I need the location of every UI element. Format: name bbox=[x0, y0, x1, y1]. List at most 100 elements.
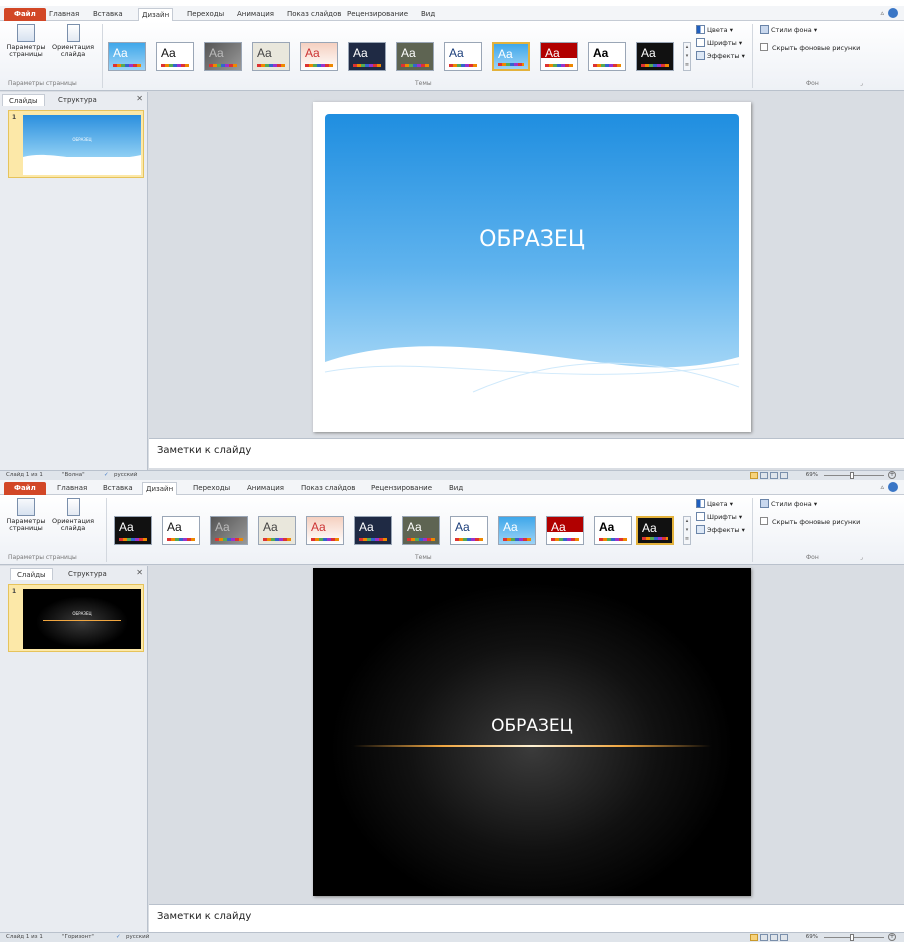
notes-field[interactable]: Заметки к слайду bbox=[149, 438, 904, 468]
background-styles-button[interactable]: Стили фона ▾ bbox=[760, 499, 817, 510]
zoom-slider[interactable] bbox=[824, 472, 884, 479]
spellcheck-icon[interactable]: ✓ bbox=[104, 472, 109, 478]
theme-thumbnail-3[interactable]: Aa bbox=[204, 42, 242, 71]
tab-outline[interactable]: Структура bbox=[62, 568, 113, 580]
theme-thumbnail-10[interactable]: Aa bbox=[540, 42, 578, 71]
dialog-launcher-icon[interactable]: ⌟ bbox=[860, 80, 863, 87]
help-icon[interactable] bbox=[888, 482, 898, 492]
theme-thumbnail-2[interactable]: Aa bbox=[162, 516, 200, 545]
slide-orientation-button[interactable]: Ориентация слайда bbox=[50, 498, 96, 532]
theme-thumbnail-wave[interactable]: Aa bbox=[498, 516, 536, 545]
tab-file[interactable]: Файл bbox=[4, 8, 46, 21]
slideshow-view-icon[interactable] bbox=[780, 472, 788, 479]
theme-thumbnail-1[interactable]: Aa bbox=[114, 516, 152, 545]
help-icon[interactable] bbox=[888, 8, 898, 18]
close-icon[interactable]: ✕ bbox=[136, 94, 143, 103]
gallery-scroll-icon[interactable]: ▴ ▾ ≡ bbox=[683, 516, 691, 545]
zoom-level[interactable]: 69% bbox=[806, 934, 818, 940]
tab-home[interactable]: Главная bbox=[54, 482, 90, 495]
collapse-ribbon-icon[interactable]: ▵ bbox=[880, 483, 884, 491]
theme-thumbnail-11[interactable]: Aa bbox=[594, 516, 632, 545]
theme-thumbnail-1[interactable]: Aa bbox=[108, 42, 146, 71]
close-icon[interactable]: ✕ bbox=[136, 568, 143, 577]
fonts-button[interactable]: Шрифты ▾ bbox=[696, 38, 742, 49]
tab-animations[interactable]: Анимация bbox=[234, 8, 277, 21]
effects-button[interactable]: Эффекты ▾ bbox=[696, 525, 745, 536]
tab-slides[interactable]: Слайды bbox=[10, 568, 53, 580]
tab-review[interactable]: Рецензирование bbox=[368, 482, 435, 495]
theme-thumbnail-7[interactable]: Aa bbox=[402, 516, 440, 545]
slide-thumbnail-selected[interactable]: 1 ОБРАЗЕЦ bbox=[8, 584, 144, 652]
page-setup-button[interactable]: Параметры страницы bbox=[6, 498, 46, 532]
reading-view-icon[interactable] bbox=[770, 934, 778, 941]
tab-animations[interactable]: Анимация bbox=[244, 482, 287, 495]
theme-thumbnail-7[interactable]: Aa bbox=[396, 42, 434, 71]
zoom-slider[interactable] bbox=[824, 934, 884, 941]
theme-thumbnail-6[interactable]: Aa bbox=[348, 42, 386, 71]
slide-title[interactable]: ОБРАЗЕЦ bbox=[313, 227, 751, 252]
zoom-level[interactable]: 69% bbox=[806, 472, 818, 478]
theme-thumbnail-5[interactable]: Aa bbox=[306, 516, 344, 545]
zoom-in-icon[interactable]: + bbox=[888, 933, 896, 941]
normal-view-icon[interactable] bbox=[750, 472, 758, 479]
zoom-thumb[interactable] bbox=[850, 934, 854, 941]
language-label[interactable]: русский bbox=[114, 472, 137, 478]
tab-transitions[interactable]: Переходы bbox=[184, 8, 227, 21]
language-label[interactable]: русский bbox=[126, 934, 149, 940]
tab-insert[interactable]: Вставка bbox=[100, 482, 136, 495]
zoom-in-icon[interactable]: + bbox=[888, 471, 896, 479]
theme-thumbnail-11[interactable]: Aa bbox=[588, 42, 626, 71]
theme-thumbnail-4[interactable]: Aa bbox=[252, 42, 290, 71]
slide-canvas[interactable]: ОБРАЗЕЦ bbox=[313, 102, 751, 432]
tab-slides[interactable]: Слайды bbox=[2, 94, 45, 106]
tab-review[interactable]: Рецензирование bbox=[344, 8, 411, 21]
notes-field[interactable]: Заметки к слайду bbox=[149, 904, 904, 934]
theme-thumbnail-12[interactable]: Aa bbox=[636, 42, 674, 71]
theme-thumbnail-10[interactable]: Aa bbox=[546, 516, 584, 545]
theme-thumbnail-3[interactable]: Aa bbox=[210, 516, 248, 545]
tab-transitions[interactable]: Переходы bbox=[190, 482, 233, 495]
tab-design[interactable]: Дизайн bbox=[138, 8, 174, 21]
slideshow-view-icon[interactable] bbox=[780, 934, 788, 941]
theme-thumbnail-8[interactable]: Aa bbox=[444, 42, 482, 71]
colors-button[interactable]: Цвета ▾ bbox=[696, 499, 733, 510]
theme-thumbnail-2[interactable]: Aa bbox=[156, 42, 194, 71]
slide-orientation-button[interactable]: Ориентация слайда bbox=[50, 24, 96, 58]
design-ribbon: Параметры страницы Ориентация слайда Пар… bbox=[0, 21, 904, 91]
theme-thumbnail-horizon-selected[interactable]: Aa bbox=[636, 516, 674, 545]
theme-thumbnail-5[interactable]: Aa bbox=[300, 42, 338, 71]
background-styles-button[interactable]: Стили фона ▾ bbox=[760, 25, 817, 36]
tab-file[interactable]: Файл bbox=[4, 482, 46, 495]
theme-thumbnail-6[interactable]: Aa bbox=[354, 516, 392, 545]
hide-background-graphics-checkbox[interactable]: Скрыть фоновые рисунки bbox=[760, 43, 860, 54]
normal-view-icon[interactable] bbox=[750, 934, 758, 941]
theme-thumbnail-8[interactable]: Aa bbox=[450, 516, 488, 545]
theme-thumbnail-wave-selected[interactable]: Aa bbox=[492, 42, 530, 71]
hide-background-graphics-checkbox[interactable]: Скрыть фоновые рисунки bbox=[760, 517, 860, 528]
spellcheck-icon[interactable]: ✓ bbox=[116, 934, 121, 940]
slide-title[interactable]: ОБРАЗЕЦ bbox=[313, 716, 751, 736]
theme-thumbnail-4[interactable]: Aa bbox=[258, 516, 296, 545]
reading-view-icon[interactable] bbox=[770, 472, 778, 479]
tab-view[interactable]: Вид bbox=[418, 8, 438, 21]
tab-outline[interactable]: Структура bbox=[52, 94, 103, 106]
gallery-scroll-icon[interactable]: ▴ ▾ ≡ bbox=[683, 42, 691, 71]
sorter-view-icon[interactable] bbox=[760, 934, 768, 941]
tab-slideshow[interactable]: Показ слайдов bbox=[284, 8, 344, 21]
tab-slideshow[interactable]: Показ слайдов bbox=[298, 482, 358, 495]
tab-home[interactable]: Главная bbox=[46, 8, 82, 21]
zoom-thumb[interactable] bbox=[850, 472, 854, 479]
effects-button[interactable]: Эффекты ▾ bbox=[696, 51, 745, 62]
page-setup-button[interactable]: Параметры страницы bbox=[6, 24, 46, 58]
dialog-launcher-icon[interactable]: ⌟ bbox=[860, 554, 863, 561]
slide-canvas[interactable]: ОБРАЗЕЦ bbox=[313, 568, 751, 896]
tab-insert[interactable]: Вставка bbox=[90, 8, 126, 21]
tab-view[interactable]: Вид bbox=[446, 482, 466, 495]
tab-design[interactable]: Дизайн bbox=[142, 482, 178, 495]
sorter-view-icon[interactable] bbox=[760, 472, 768, 479]
collapse-ribbon-icon[interactable]: ▵ bbox=[880, 9, 884, 17]
slide-thumbnail-selected[interactable]: 1 ОБРАЗЕЦ bbox=[8, 110, 144, 178]
fonts-button[interactable]: Шрифты ▾ bbox=[696, 512, 742, 523]
colors-button[interactable]: Цвета ▾ bbox=[696, 25, 733, 36]
group-divider bbox=[752, 498, 753, 562]
